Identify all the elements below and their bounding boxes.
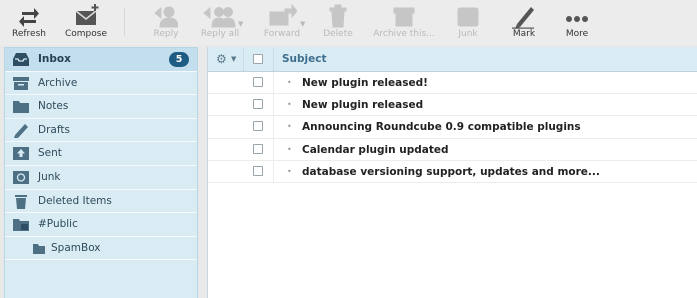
compose-label: Compose <box>64 29 107 39</box>
message-subject[interactable]: Calendar plugin updated <box>302 144 449 156</box>
message-row[interactable]: • New plugin released <box>208 94 697 117</box>
folder-public[interactable]: #Public <box>5 213 197 237</box>
unread-dot-icon: • <box>287 100 292 110</box>
unread-dot-icon: • <box>287 166 292 176</box>
message-checkbox[interactable] <box>253 99 263 110</box>
mail-app: Refresh Compose Reply Reply all ▼ Forwar… <box>0 0 697 298</box>
folder-label: Sent <box>38 147 62 160</box>
reply-label: Reply <box>153 29 179 39</box>
folder-deleted-items[interactable]: Deleted Items <box>5 190 197 214</box>
toolbar: Refresh Compose Reply Reply all ▼ Forwar… <box>0 0 697 45</box>
folder-label: Inbox <box>38 53 71 65</box>
reply-all-dropdown-icon[interactable]: ▼ <box>238 20 243 28</box>
refresh-label: Refresh <box>12 29 46 39</box>
message-subject[interactable]: New plugin released <box>302 99 423 111</box>
mark-pen-icon <box>512 7 534 29</box>
message-checkbox[interactable] <box>253 165 263 176</box>
column-divider <box>273 116 274 139</box>
folder-spambox[interactable]: SpamBox <box>5 237 197 261</box>
folder-label: Junk <box>38 170 61 183</box>
message-list: ⚙ ▼ Subject • New plugin released! • New… <box>207 47 697 298</box>
message-checkbox[interactable] <box>253 77 263 87</box>
reply-all-button[interactable]: Reply all <box>196 3 244 43</box>
column-divider <box>273 160 274 183</box>
delete-button[interactable]: Delete <box>320 3 356 43</box>
toolbar-separator <box>124 8 125 36</box>
column-divider <box>273 138 274 161</box>
message-row[interactable]: • New plugin released! <box>208 72 697 95</box>
junk-button[interactable]: Junk <box>452 3 484 43</box>
compose-button[interactable]: Compose <box>60 3 112 43</box>
unread-dot-icon: • <box>287 144 292 154</box>
message-checkbox[interactable] <box>253 143 263 154</box>
folder-sent[interactable]: Sent <box>5 142 197 166</box>
delete-icon <box>329 4 347 28</box>
forward-label: Forward <box>263 29 301 39</box>
more-button[interactable]: More <box>558 3 596 43</box>
archive-button[interactable]: Archive this... <box>368 3 440 43</box>
forward-dropdown-icon[interactable]: ▼ <box>300 20 305 28</box>
message-row[interactable]: • Announcing Roundcube 0.9 compatible pl… <box>208 116 697 139</box>
folder-label: Drafts <box>38 123 70 136</box>
folder-icon <box>13 101 29 114</box>
folder-junk[interactable]: Junk <box>5 166 197 190</box>
forward-button[interactable]: Forward <box>260 3 304 43</box>
pencil-icon <box>14 123 28 138</box>
column-divider <box>273 47 274 71</box>
reply-all-label: Reply all <box>200 29 240 39</box>
reply-icon <box>154 6 178 28</box>
archive-icon <box>13 76 29 90</box>
folder-label: SpamBox <box>51 241 101 254</box>
folder-list: Inbox 5 Archive Notes Drafts Sent Junk D… <box>4 47 198 298</box>
more-dots-icon <box>566 16 588 22</box>
message-checkbox[interactable] <box>253 121 263 132</box>
chevron-down-icon[interactable]: ▼ <box>231 55 236 63</box>
refresh-icon <box>19 8 39 27</box>
column-divider <box>243 47 244 71</box>
delete-label: Delete <box>323 29 353 39</box>
shared-folder-icon <box>13 219 29 232</box>
list-options-gear-icon[interactable]: ⚙ <box>216 53 227 65</box>
message-row[interactable]: • database versioning support, updates a… <box>208 160 697 183</box>
folder-notes[interactable]: Notes <box>5 95 197 119</box>
mark-button[interactable]: Mark <box>500 3 548 43</box>
more-label: More <box>565 29 589 39</box>
message-subject[interactable]: New plugin released! <box>302 77 428 89</box>
folder-icon <box>33 243 45 254</box>
column-divider <box>273 72 274 95</box>
reply-button[interactable]: Reply <box>146 3 186 43</box>
refresh-button[interactable]: Refresh <box>8 3 50 43</box>
junk-icon <box>457 7 479 27</box>
subject-column-header[interactable]: Subject <box>282 53 327 65</box>
folder-inbox[interactable]: Inbox 5 <box>5 48 197 72</box>
archive-box-icon <box>393 7 415 27</box>
reply-all-icon <box>203 6 236 28</box>
forward-icon <box>269 3 297 26</box>
unread-dot-icon: • <box>287 122 292 132</box>
select-all-checkbox[interactable] <box>253 54 263 64</box>
message-subject[interactable]: Announcing Roundcube 0.9 compatible plug… <box>302 121 581 133</box>
inbox-icon <box>13 53 29 66</box>
trash-icon <box>15 194 27 209</box>
junk-label: Junk <box>458 29 478 39</box>
folder-label: #Public <box>38 218 78 231</box>
folder-archive[interactable]: Archive <box>5 72 197 96</box>
folder-label: Notes <box>38 100 69 113</box>
compose-icon <box>75 4 99 25</box>
recycle-icon <box>13 170 29 184</box>
mark-label: Mark <box>512 29 536 39</box>
unread-count-badge: 5 <box>169 52 189 67</box>
unread-dot-icon: • <box>287 78 292 87</box>
folder-drafts[interactable]: Drafts <box>5 119 197 143</box>
folder-label: Archive <box>38 76 78 89</box>
folder-label: Deleted Items <box>38 194 112 207</box>
message-list-header: ⚙ ▼ Subject <box>208 47 697 72</box>
message-subject[interactable]: database versioning support, updates and… <box>302 166 600 178</box>
message-row[interactable]: • Calendar plugin updated <box>208 138 697 161</box>
sent-icon <box>13 147 29 161</box>
column-divider <box>273 94 274 117</box>
archive-label: Archive this... <box>373 29 435 39</box>
